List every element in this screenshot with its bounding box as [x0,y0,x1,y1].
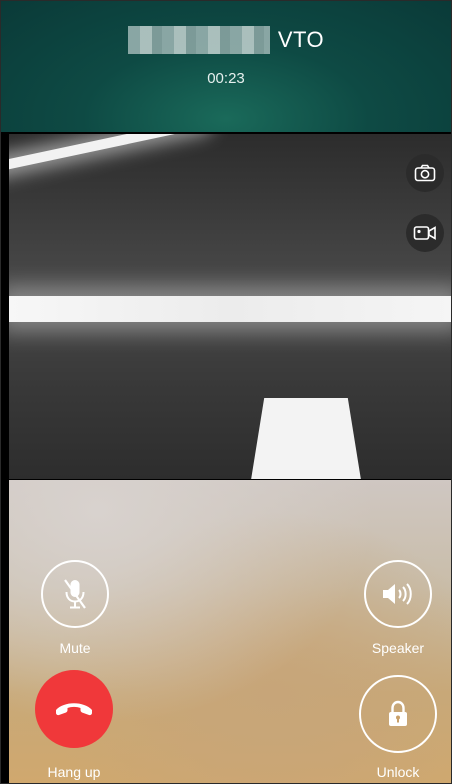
screen-border [0,0,452,784]
